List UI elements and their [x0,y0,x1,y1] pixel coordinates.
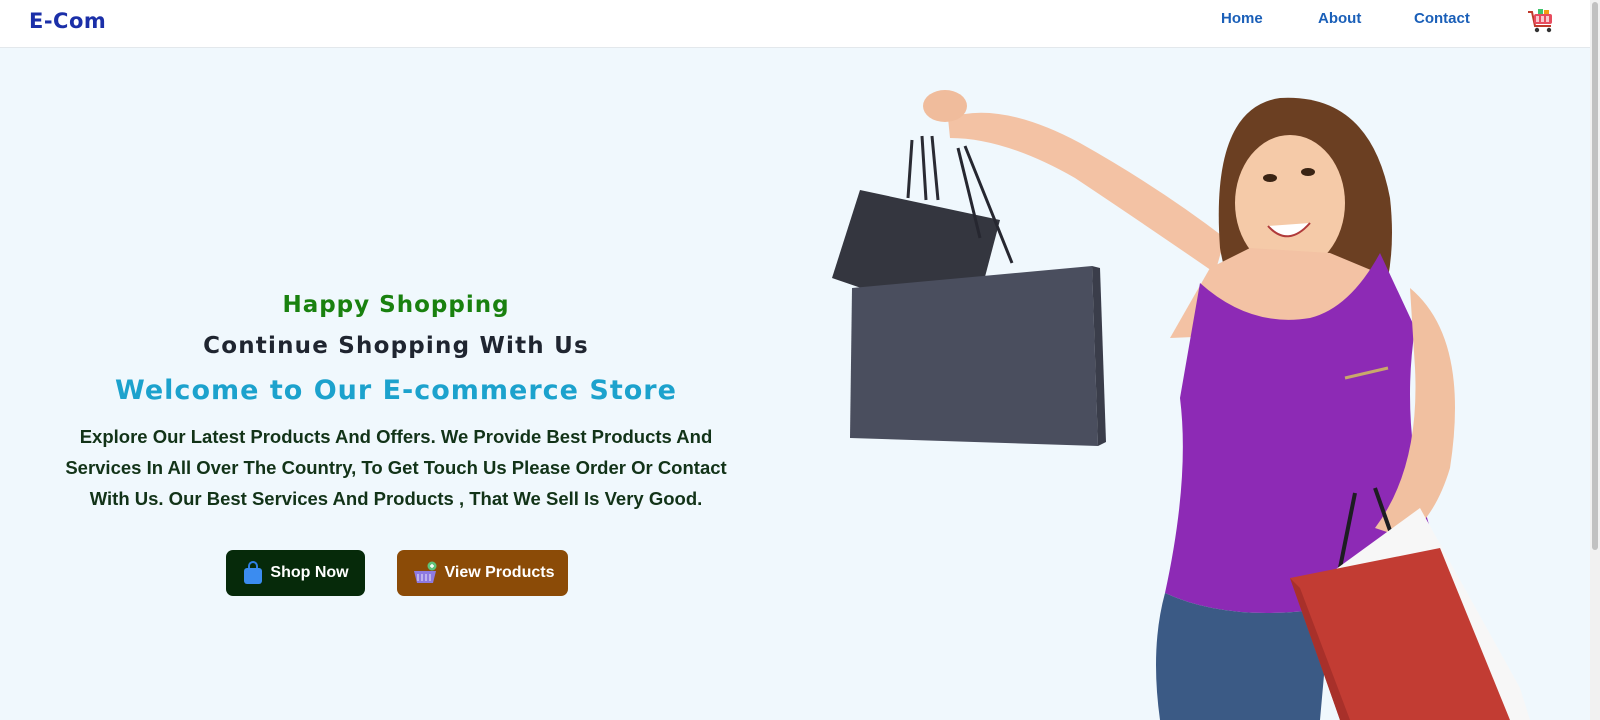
shop-now-label: Shop Now [270,564,349,581]
nav-link-contact[interactable]: Contact [1414,10,1470,27]
hero-title: Welcome to Our E-commerce Store [115,375,677,406]
cart-icon[interactable] [1526,6,1556,36]
navbar: E-Com Home About Contact [0,0,1590,48]
basket-icon [413,561,437,583]
shop-now-button[interactable]: Shop Now [226,550,365,596]
view-products-label: View Products [444,564,555,581]
hero-description: Explore Our Latest Products And Offers. … [65,426,727,509]
black-bags [832,135,1106,446]
hero-shopping-woman-image [832,90,1530,720]
hero-subtitle: Continue Shopping With Us [203,333,589,359]
nav-link-home[interactable]: Home [1221,10,1263,27]
hero-eyebrow: Happy Shopping [282,292,510,318]
nav-link-about[interactable]: About [1318,10,1361,27]
scrollbar[interactable] [1590,0,1600,720]
view-products-button[interactable]: View Products [397,550,568,596]
shopping-bag-icon [244,561,263,584]
brand-logo[interactable]: E-Com [29,9,106,33]
hero-section: Happy Shopping Continue Shopping With Us… [40,285,752,514]
scrollbar-thumb[interactable] [1592,2,1598,550]
